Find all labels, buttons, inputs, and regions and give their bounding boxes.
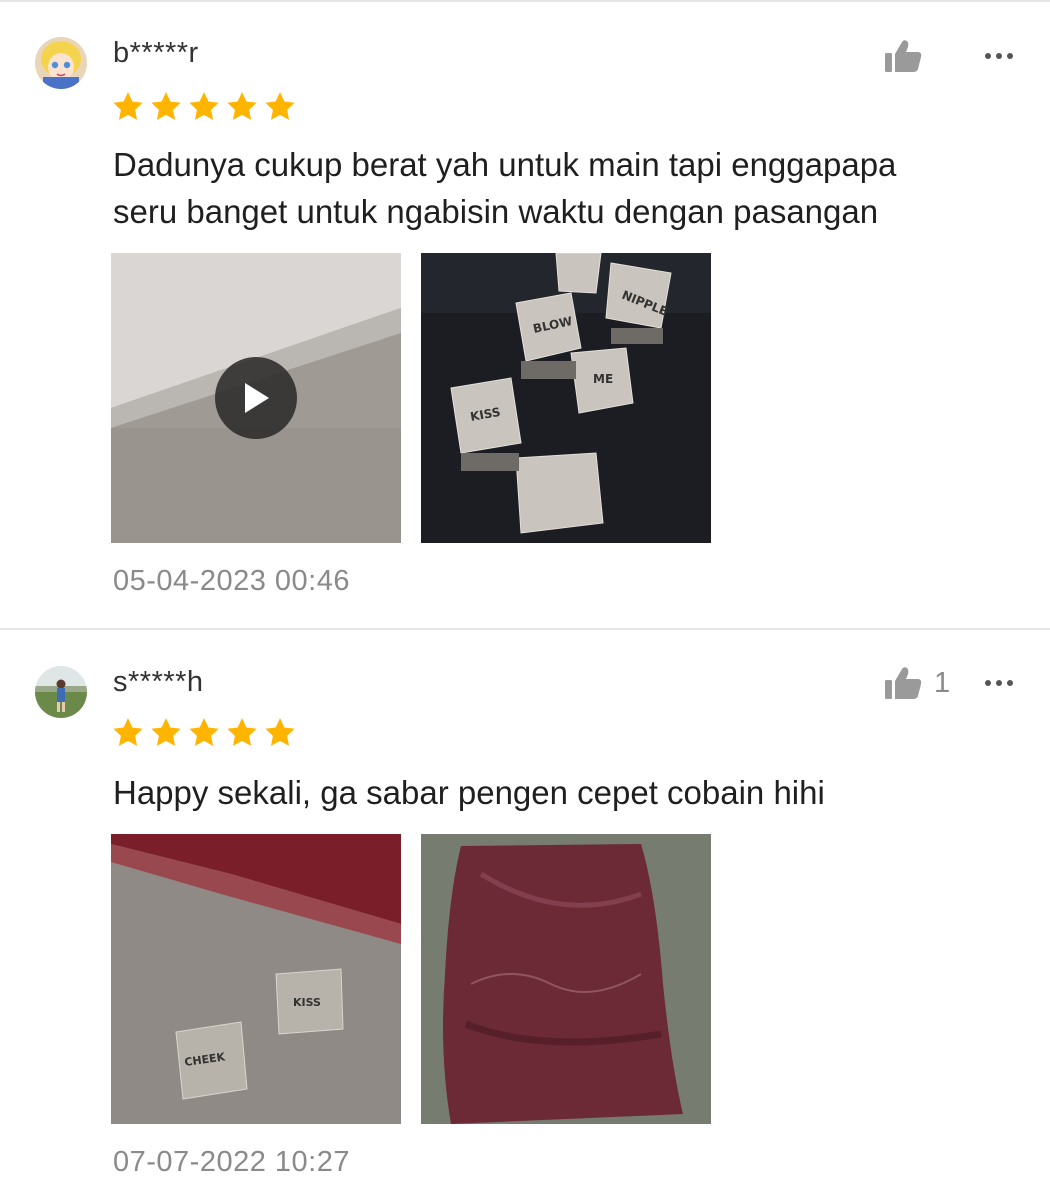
thumbs-up-icon[interactable] — [884, 36, 924, 76]
review-text-line: Dadunya cukup berat yah untuk main tapi … — [113, 146, 897, 183]
reviewer-name[interactable]: b*****r — [113, 37, 199, 70]
review-text-line: Happy sekali, ga sabar pengen cepet coba… — [113, 774, 825, 811]
thumbs-up-icon[interactable] — [884, 663, 924, 703]
star-icon — [265, 92, 295, 120]
review-photo[interactable]: KISS CHEEK — [111, 834, 401, 1124]
star-icon — [151, 92, 181, 120]
review-text: Dadunya cukup berat yah untuk main tapi … — [113, 141, 1013, 235]
review-item: s*****h 1 Happy sekali, ga sabar pengen … — [0, 630, 1050, 1200]
die-label: KISS — [293, 996, 321, 1009]
play-icon[interactable] — [215, 357, 297, 439]
star-icon — [227, 718, 257, 746]
review-video-thumbnail[interactable] — [111, 253, 401, 543]
star-icon — [151, 718, 181, 746]
review-item: b*****r Dadunya cukup berat yah untuk ma… — [0, 0, 1050, 628]
avatar[interactable] — [35, 666, 87, 718]
star-icon — [265, 718, 295, 746]
more-icon[interactable] — [985, 677, 1017, 689]
review-text: Happy sekali, ga sabar pengen cepet coba… — [113, 769, 1013, 816]
star-icon — [189, 718, 219, 746]
star-icon — [227, 92, 257, 120]
star-icon — [113, 92, 143, 120]
die-label: ME — [593, 372, 613, 386]
star-rating — [111, 716, 297, 750]
star-icon — [113, 718, 143, 746]
review-text-line: seru banget untuk ngabisin waktu dengan … — [113, 193, 879, 230]
like-count: 1 — [934, 667, 951, 699]
review-date: 07-07-2022 10:27 — [113, 1146, 350, 1178]
more-icon[interactable] — [985, 50, 1017, 62]
reviewer-name[interactable]: s*****h — [113, 666, 204, 699]
review-photo[interactable]: BLOW NIPPLE ME KISS — [421, 253, 711, 543]
star-icon — [189, 92, 219, 120]
star-rating — [111, 90, 297, 124]
avatar[interactable] — [35, 37, 87, 89]
review-photo[interactable] — [421, 834, 711, 1124]
review-date: 05-04-2023 00:46 — [113, 565, 350, 597]
